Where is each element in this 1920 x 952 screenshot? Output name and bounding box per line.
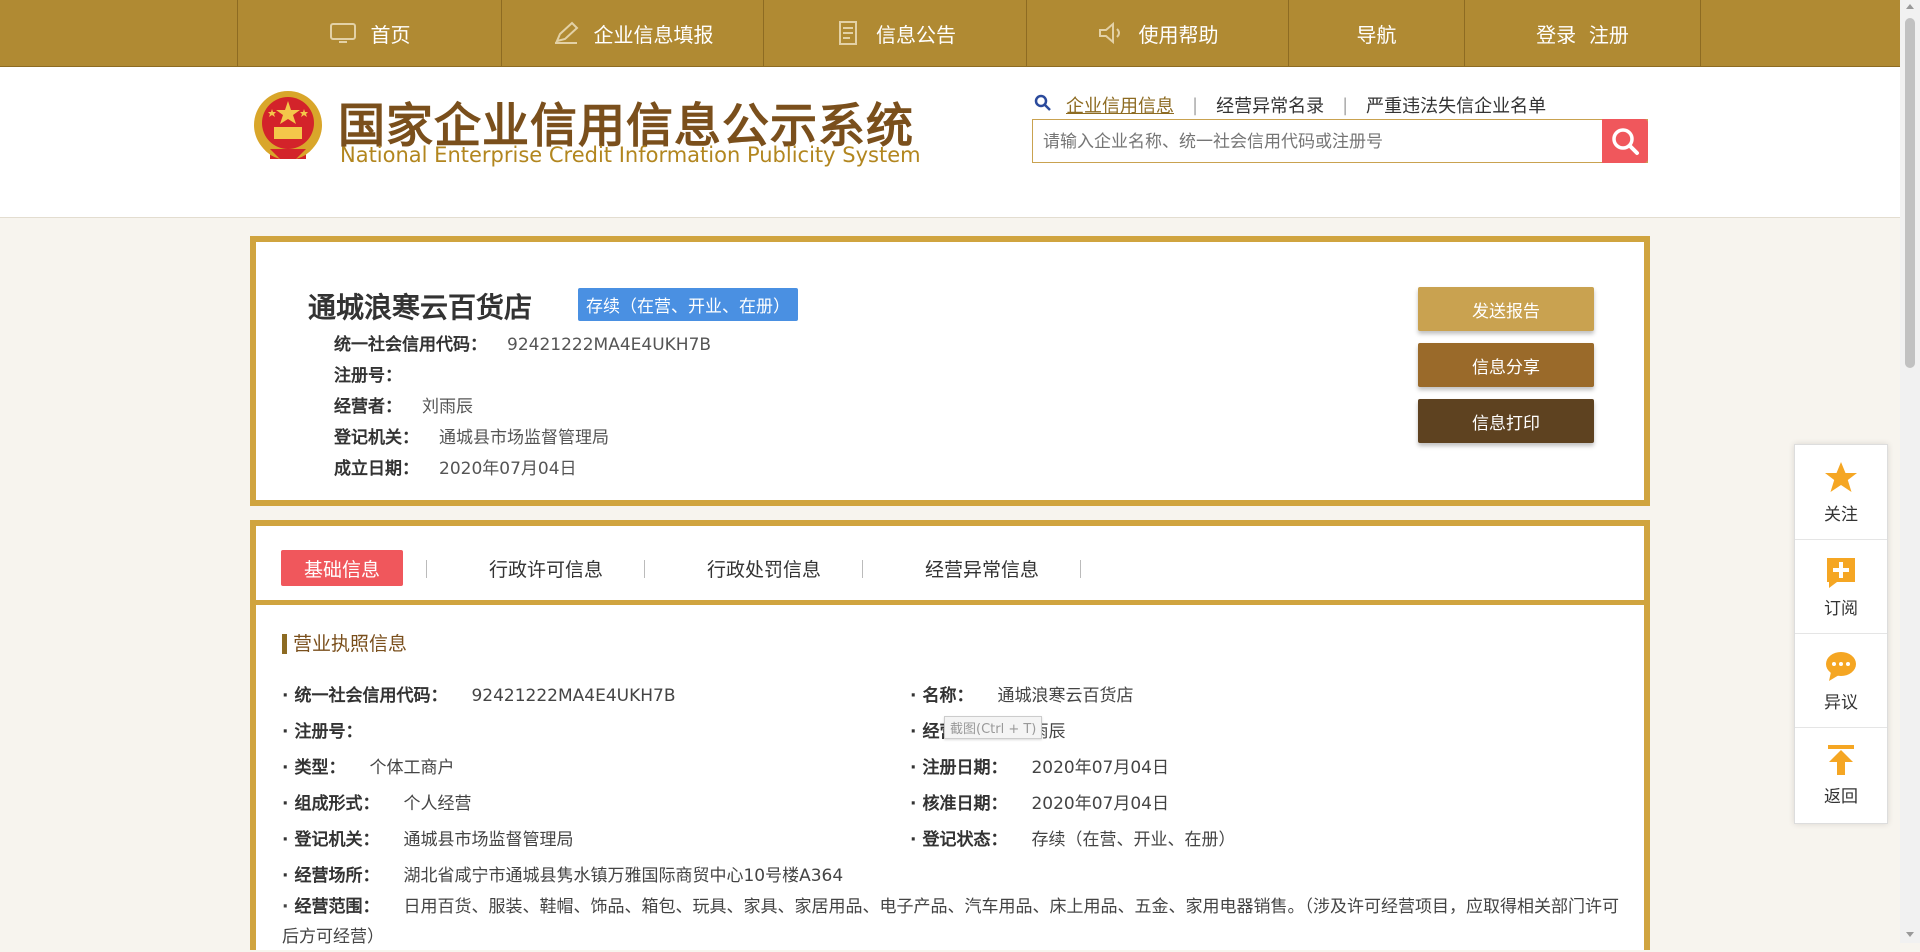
page-scrollbar[interactable] — [1900, 0, 1920, 943]
field-business-address: · 经营场所： 湖北省咸宁市通城县隽水镇万雅国际商贸中心10号楼A364 — [282, 866, 844, 886]
search-tabs: 企业信用信息 | 经营异常名录 | 严重违法失信企业名单 — [1034, 92, 1546, 118]
follow-button[interactable]: 关注 — [1795, 445, 1887, 540]
search-tab-separator: | — [1342, 94, 1349, 116]
summary-credit-code: 统一社会信用代码： 92421222MA4E4UKH7B — [334, 335, 712, 355]
field-business-scope: · 经营范围： 日用百货、服装、鞋帽、饰品、箱包、玩具、家具、家居用品、电子产品、汽… — [282, 897, 1619, 947]
subscribe-button[interactable]: 订阅 — [1795, 539, 1887, 634]
field-composition: · 组成形式： 个人经营 — [282, 794, 472, 814]
arrow-up-icon — [1828, 744, 1854, 775]
company-summary-card: 通城浪寒云百货店 存续（在营、开业、在册） 统一社会信用代码： 92421222M… — [250, 236, 1650, 506]
star-icon — [1825, 461, 1857, 492]
tab-abnormal-operation[interactable]: 经营异常信息 — [902, 550, 1062, 586]
nav-guide-label: 导航 — [1356, 22, 1397, 47]
print-info-button[interactable]: 信息打印 — [1418, 399, 1594, 443]
national-emblem-icon — [250, 87, 326, 167]
nav-enterprise-report-label: 企业信息填报 — [593, 22, 714, 47]
summary-established-date: 成立日期： 2020年07月04日 — [334, 459, 577, 479]
nav-login-label: 登录 注册 — [1536, 22, 1629, 47]
summary-reg-authority: 登记机关： 通城县市场监督管理局 — [334, 428, 609, 448]
search-box — [1032, 119, 1648, 164]
tab-basic-info[interactable]: 基础信息 — [281, 550, 403, 586]
tab-admin-license[interactable]: 行政许可信息 — [466, 550, 626, 586]
tab-separator — [862, 560, 863, 578]
summary-reg-no: 注册号： — [334, 366, 402, 386]
field-credit-code: · 统一社会信用代码： 92421222MA4E4UKH7B — [282, 686, 676, 706]
share-info-button[interactable]: 信息分享 — [1418, 343, 1594, 387]
side-float-toolbar: 关注 订阅 异议 返回 — [1794, 444, 1888, 824]
document-icon — [834, 21, 862, 45]
nav-login-register[interactable]: 登录 注册 — [1464, 0, 1701, 66]
tab-separator — [426, 560, 427, 578]
tab-admin-penalty[interactable]: 行政处罚信息 — [684, 550, 844, 586]
field-approval-date: · 核准日期： 2020年07月04日 — [910, 794, 1169, 814]
nav-home[interactable]: 首页 — [237, 0, 501, 66]
tab-separator — [644, 560, 645, 578]
monitor-icon — [329, 21, 357, 45]
nav-guide[interactable]: 导航 — [1288, 0, 1464, 66]
scroll-down-arrow[interactable] — [1906, 932, 1914, 937]
search-tab-dishonest-list[interactable]: 严重违法失信企业名单 — [1366, 92, 1546, 118]
pen-icon — [552, 21, 580, 45]
info-tabs: 基础信息 行政许可信息 行政处罚信息 经营异常信息 — [256, 526, 1644, 605]
objection-button[interactable]: 异议 — [1795, 633, 1887, 728]
company-name: 通城浪寒云百货店 — [308, 291, 533, 324]
field-reg-status: · 登记状态： 存续（在营、开业、在册） — [910, 830, 1236, 850]
scrollbar-thumb[interactable] — [1905, 18, 1915, 368]
speaker-icon — [1097, 21, 1125, 45]
search-button[interactable] — [1602, 119, 1648, 163]
scroll-up-arrow[interactable] — [1906, 4, 1914, 9]
search-icon — [1612, 128, 1639, 155]
field-reg-no: · 注册号： — [282, 722, 363, 742]
nav-help-label: 使用帮助 — [1138, 22, 1219, 47]
send-report-button[interactable]: 发送报告 — [1418, 287, 1594, 331]
section-title: 营业执照信息 — [282, 634, 407, 654]
back-to-top-button[interactable]: 返回 — [1795, 727, 1887, 821]
field-name: · 名称： 通城浪寒云百货店 — [910, 686, 1134, 706]
nav-help[interactable]: 使用帮助 — [1026, 0, 1288, 66]
field-reg-authority: · 登记机关： 通城县市场监督管理局 — [282, 830, 574, 850]
site-title-en: National Enterprise Credit Information P… — [340, 143, 921, 167]
screenshot-tooltip: 截图(Ctrl + T) — [944, 716, 1043, 739]
search-tab-separator: | — [1192, 94, 1199, 116]
chat-icon — [1826, 651, 1856, 681]
top-nav: 首页 企业信息填报 信息公告 使用帮助 导航 登录 注册 — [0, 0, 1900, 67]
field-reg-date: · 注册日期： 2020年07月04日 — [910, 758, 1169, 778]
search-tab-credit-info[interactable]: 企业信用信息 — [1066, 92, 1174, 118]
search-tab-abnormal-list[interactable]: 经营异常名录 — [1216, 92, 1324, 118]
search-input[interactable] — [1041, 120, 1585, 164]
tab-separator — [1080, 560, 1081, 578]
plus-icon — [1827, 557, 1855, 588]
nav-enterprise-report[interactable]: 企业信息填报 — [501, 0, 763, 66]
status-badge: 存续（在营、开业、在册） — [578, 288, 798, 321]
magnifier-icon — [1034, 94, 1052, 117]
site-header: 国家企业信用信息公示系统 National Enterprise Credit … — [0, 67, 1900, 218]
nav-announcement-label: 信息公告 — [876, 22, 956, 47]
nav-announcement[interactable]: 信息公告 — [763, 0, 1026, 66]
summary-operator: 经营者： 刘雨辰 — [334, 397, 473, 417]
nav-home-label: 首页 — [370, 22, 411, 47]
field-type: · 类型： 个体工商户 — [282, 758, 455, 778]
